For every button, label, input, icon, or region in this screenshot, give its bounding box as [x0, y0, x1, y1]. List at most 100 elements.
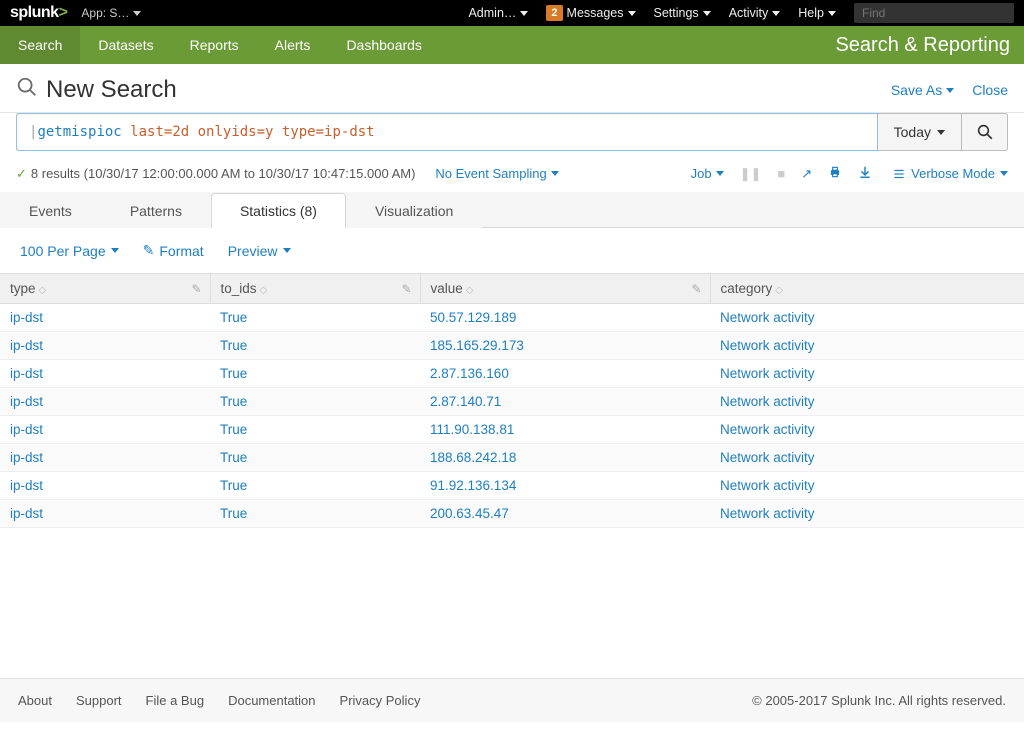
footer-about[interactable]: About [18, 693, 52, 708]
close-button[interactable]: Close [972, 82, 1008, 98]
cell-to_ids[interactable]: True [210, 360, 420, 388]
pencil-icon[interactable]: ✎ [401, 282, 411, 296]
cell-value[interactable]: 2.87.140.71 [420, 388, 710, 416]
nav-reports[interactable]: Reports [172, 26, 257, 64]
table-row: ip-dstTrue91.92.136.134Network activity [0, 472, 1024, 500]
format-button[interactable]: ✎Format [143, 242, 204, 259]
col-header-category[interactable]: category◇ [710, 274, 1024, 304]
find-input[interactable] [854, 3, 1014, 23]
cell-to_ids[interactable]: True [210, 472, 420, 500]
cell-type[interactable]: ip-dst [0, 304, 210, 332]
search-input[interactable]: |getmispioc last=2d onlyids=y type=ip-ds… [16, 113, 878, 151]
cell-to_ids[interactable]: True [210, 444, 420, 472]
cell-value[interactable]: 50.57.129.189 [420, 304, 710, 332]
chevron-down-icon [551, 171, 559, 176]
pencil-icon[interactable]: ✎ [691, 282, 701, 296]
preview-selector[interactable]: Preview [228, 243, 291, 259]
sort-icon: ◇ [466, 285, 474, 296]
cell-type[interactable]: ip-dst [0, 360, 210, 388]
cell-to_ids[interactable]: True [210, 500, 420, 528]
search-mode[interactable]: Verbose Mode [892, 166, 1008, 181]
cell-to_ids[interactable]: True [210, 388, 420, 416]
help-menu[interactable]: Help [798, 6, 836, 20]
cell-category[interactable]: Network activity [710, 444, 1024, 472]
sort-icon: ◇ [260, 285, 268, 296]
table-row: ip-dstTrue185.165.29.173Network activity [0, 332, 1024, 360]
chevron-down-icon [628, 11, 636, 16]
tab-patterns[interactable]: Patterns [101, 193, 211, 228]
cell-category[interactable]: Network activity [710, 416, 1024, 444]
logo: splunk> [10, 4, 67, 22]
cell-to_ids[interactable]: True [210, 304, 420, 332]
cell-type[interactable]: ip-dst [0, 500, 210, 528]
share-icon[interactable]: ↗ [801, 166, 812, 182]
chevron-down-icon [520, 11, 528, 16]
cell-type[interactable]: ip-dst [0, 472, 210, 500]
logo-text: splunk [10, 4, 59, 21]
cell-value[interactable]: 188.68.242.18 [420, 444, 710, 472]
cell-to_ids[interactable]: True [210, 332, 420, 360]
col-header-type[interactable]: type◇✎ [0, 274, 210, 304]
chevron-down-icon [111, 248, 119, 253]
run-search-button[interactable] [962, 113, 1008, 151]
title-row: New Search Save As Close [0, 64, 1024, 113]
nav-search[interactable]: Search [0, 26, 80, 64]
chevron-down-icon [1000, 171, 1008, 176]
results-table: type◇✎ to_ids◇✎ value◇✎ category◇ ip-dst… [0, 273, 1024, 528]
cell-value[interactable]: 2.87.136.160 [420, 360, 710, 388]
tab-events[interactable]: Events [0, 193, 101, 228]
chevron-down-icon [133, 11, 141, 16]
save-as-button[interactable]: Save As [891, 82, 954, 98]
col-header-toids[interactable]: to_ids◇✎ [210, 274, 420, 304]
footer-docs[interactable]: Documentation [228, 693, 315, 708]
admin-menu[interactable]: Admin… [468, 6, 528, 20]
result-tabs: Events Patterns Statistics (8) Visualiza… [0, 192, 1024, 228]
cell-type[interactable]: ip-dst [0, 388, 210, 416]
time-range-picker[interactable]: Today [878, 113, 962, 151]
event-sampling[interactable]: No Event Sampling [435, 166, 558, 181]
cell-to_ids[interactable]: True [210, 416, 420, 444]
cell-type[interactable]: ip-dst [0, 416, 210, 444]
cell-type[interactable]: ip-dst [0, 332, 210, 360]
cell-value[interactable]: 111.90.138.81 [420, 416, 710, 444]
job-menu[interactable]: Job [691, 166, 724, 181]
print-icon[interactable] [828, 165, 842, 182]
tab-statistics[interactable]: Statistics (8) [211, 193, 346, 228]
list-icon [892, 167, 906, 181]
download-icon[interactable] [858, 165, 872, 182]
cell-category[interactable]: Network activity [710, 388, 1024, 416]
per-page-selector[interactable]: 100 Per Page [20, 243, 119, 259]
search-row: |getmispioc last=2d onlyids=y type=ip-ds… [0, 113, 1024, 159]
nav-datasets[interactable]: Datasets [80, 26, 171, 64]
pencil-icon[interactable]: ✎ [191, 282, 201, 296]
stop-icon[interactable]: ■ [777, 166, 785, 181]
pause-icon[interactable]: ❚❚ [740, 166, 762, 182]
activity-menu[interactable]: Activity [729, 6, 781, 20]
footer-support[interactable]: Support [76, 693, 122, 708]
footer-privacy[interactable]: Privacy Policy [340, 693, 421, 708]
cell-type[interactable]: ip-dst [0, 444, 210, 472]
nav-alerts[interactable]: Alerts [257, 26, 329, 64]
footer: About Support File a Bug Documentation P… [0, 678, 1024, 722]
cell-category[interactable]: Network activity [710, 332, 1024, 360]
cell-category[interactable]: Network activity [710, 472, 1024, 500]
app-label: App: S… [81, 6, 129, 20]
settings-menu[interactable]: Settings [654, 6, 711, 20]
tab-visualization[interactable]: Visualization [346, 193, 482, 228]
col-header-value[interactable]: value◇✎ [420, 274, 710, 304]
table-row: ip-dstTrue50.57.129.189Network activity [0, 304, 1024, 332]
cell-value[interactable]: 91.92.136.134 [420, 472, 710, 500]
cell-category[interactable]: Network activity [710, 360, 1024, 388]
messages-menu[interactable]: 2 Messages [546, 5, 635, 21]
cell-category[interactable]: Network activity [710, 500, 1024, 528]
job-controls: Job ❚❚ ■ ↗ [691, 165, 873, 182]
cell-value[interactable]: 200.63.45.47 [420, 500, 710, 528]
messages-badge: 2 [546, 5, 562, 21]
cell-category[interactable]: Network activity [710, 304, 1024, 332]
footer-bug[interactable]: File a Bug [146, 693, 205, 708]
app-selector[interactable]: App: S… [81, 6, 141, 20]
top-menu: Admin… 2 Messages Settings Activity Help [468, 3, 1014, 23]
cell-value[interactable]: 185.165.29.173 [420, 332, 710, 360]
nav-dashboards[interactable]: Dashboards [328, 26, 440, 64]
search-icon [976, 123, 994, 141]
